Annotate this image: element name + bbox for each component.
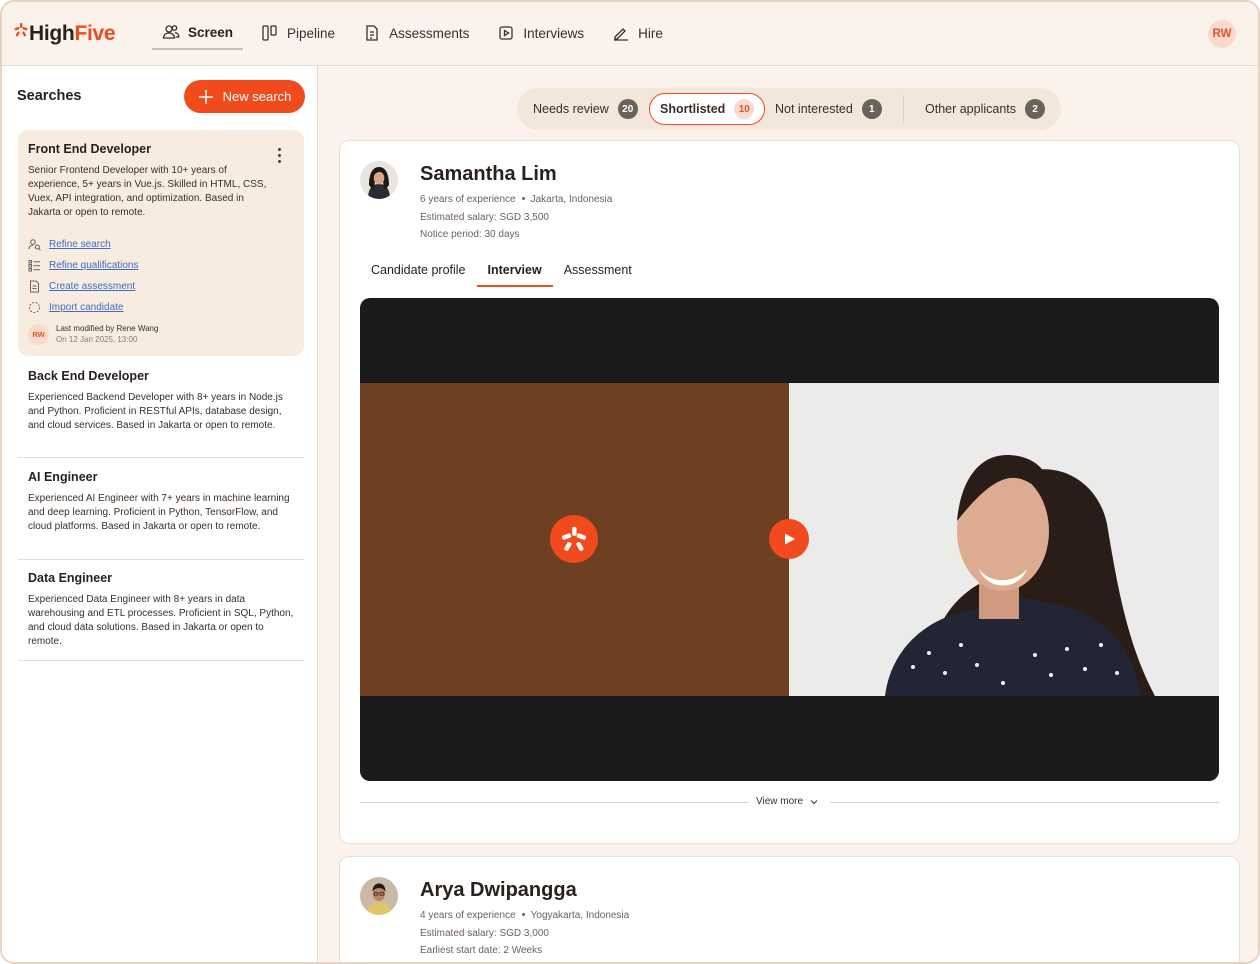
nav-assessments[interactable]: Assessments (353, 16, 479, 50)
kanban-icon (262, 25, 277, 41)
salary: Estimated salary: SGD 3,000 (420, 927, 549, 939)
count-badge: 20 (617, 99, 638, 119)
filter-divider (903, 95, 904, 123)
highfive-logo-icon (550, 515, 598, 563)
count-badge: 2 (1025, 99, 1046, 119)
salary: Estimated salary: SGD 3,500 (420, 211, 549, 223)
location: Yogyakarta, Indonesia (530, 910, 630, 921)
candidate-tabs: Candidate profile Interview Assessment (360, 259, 643, 287)
modified-date: On 12 Jan 2025, 13:00 (56, 334, 138, 344)
main-nav: Screen Pipeline Assessments Interviews H… (152, 16, 681, 50)
interview-video-player[interactable] (360, 298, 1219, 781)
main-panel: Needs review 20 Shortlisted 10 Not inter… (319, 66, 1258, 962)
search-user-icon (28, 239, 41, 251)
nav-screen[interactable]: Screen (152, 16, 244, 50)
nav-interviews[interactable]: Interviews (487, 16, 594, 50)
candidate-meta: 4 years of experience Yogyakarta, Indones… (420, 907, 629, 960)
nav-pipeline[interactable]: Pipeline (251, 16, 345, 50)
refine-qualifications-link[interactable]: Refine qualifications (28, 255, 139, 276)
experience: 4 years of experience (420, 910, 516, 921)
top-bar: HighFive Screen Pipeline Assessments Int… (2, 2, 1258, 66)
status-filter: Needs review 20 Shortlisted 10 Not inter… (517, 88, 1061, 130)
last-modified: RW Last modified by Rene Wang On 12 Jan … (28, 324, 158, 345)
sidebar-title: Searches (17, 88, 82, 104)
search-description: Senior Frontend Developer with 10+ years… (28, 165, 267, 218)
search-description: Experienced Data Engineer with 8+ years … (28, 594, 294, 647)
user-avatar[interactable]: RW (1208, 20, 1236, 48)
video-icon (499, 26, 514, 40)
count-badge: 1 (861, 99, 882, 119)
filter-not-interested[interactable]: Not interested 1 (775, 93, 882, 125)
candidate-photo (360, 877, 398, 915)
dashed-circle-icon (29, 302, 40, 313)
tab-assessment[interactable]: Assessment (553, 259, 643, 287)
search-title: Front End Developer (28, 142, 151, 156)
list-icon (28, 260, 40, 272)
candidate-card-samantha-lim: Samantha Lim 6 years of experience Jakart… (339, 140, 1240, 844)
refine-search-link[interactable]: Refine search (28, 234, 139, 255)
candidate-meta: 6 years of experience Jakarta, Indonesia … (420, 191, 612, 244)
search-title: AI Engineer (28, 470, 98, 484)
modified-by: Last modified by Rene Wang (56, 324, 159, 333)
view-more-toggle[interactable]: View more (360, 793, 1219, 811)
tab-candidate-profile[interactable]: Candidate profile (360, 259, 477, 287)
experience: 6 years of experience (420, 194, 516, 205)
search-card-back-end-developer[interactable]: Back End Developer Experienced Backend D… (18, 369, 304, 458)
modifier-avatar: RW (28, 324, 49, 345)
tab-interview[interactable]: Interview (476, 259, 553, 287)
searches-sidebar: Searches New search Front End Developer … (2, 66, 318, 962)
count-badge: 10 (734, 99, 755, 119)
plus-icon (198, 89, 213, 104)
filter-shortlisted[interactable]: Shortlisted 10 (649, 93, 766, 125)
logo[interactable]: HighFive (14, 22, 116, 46)
candidate-name: Arya Dwipangga (420, 879, 577, 901)
document-icon (366, 25, 378, 41)
import-candidate-link[interactable]: Import candidate (28, 297, 139, 318)
search-actions: Refine search Refine qualifications Crea… (28, 234, 139, 318)
search-card-data-engineer[interactable]: Data Engineer Experienced Data Engineer … (18, 571, 304, 661)
search-title: Data Engineer (28, 571, 113, 585)
search-card-front-end-developer[interactable]: Front End Developer Senior Frontend Deve… (18, 130, 304, 356)
nav-hire[interactable]: Hire (602, 16, 673, 50)
create-assessment-link[interactable]: Create assessment (28, 276, 139, 297)
search-description: Experienced Backend Developer with 8+ ye… (28, 392, 283, 431)
logo-mark-icon (14, 23, 28, 37)
chevron-down-icon (810, 799, 818, 804)
new-search-button[interactable]: New search (184, 80, 305, 113)
document-icon (30, 280, 39, 293)
search-card-ai-engineer[interactable]: AI Engineer Experienced AI Engineer with… (18, 470, 304, 560)
search-title: Back End Developer (28, 369, 149, 383)
candidate-card-arya-dwipangga: Arya Dwipangga 4 years of experience Yogy… (339, 856, 1240, 962)
search-description: Experienced AI Engineer with 7+ years in… (28, 493, 290, 532)
filter-needs-review[interactable]: Needs review 20 (533, 93, 638, 125)
candidate-photo (360, 161, 398, 199)
candidate-video-frame (789, 383, 1219, 696)
notice-period: Notice period: 30 days (420, 229, 520, 240)
logo-text: HighFive (29, 22, 116, 45)
more-options-icon[interactable] (278, 148, 282, 164)
candidate-name: Samantha Lim (420, 163, 557, 185)
filter-other-applicants[interactable]: Other applicants 2 (925, 93, 1046, 125)
start-date: Earliest start date: 2 Weeks (420, 945, 543, 956)
app-window: HighFive Screen Pipeline Assessments Int… (0, 0, 1260, 964)
signature-icon (614, 28, 629, 41)
users-icon (162, 25, 180, 39)
location: Jakarta, Indonesia (530, 194, 613, 205)
play-icon[interactable] (769, 519, 809, 559)
